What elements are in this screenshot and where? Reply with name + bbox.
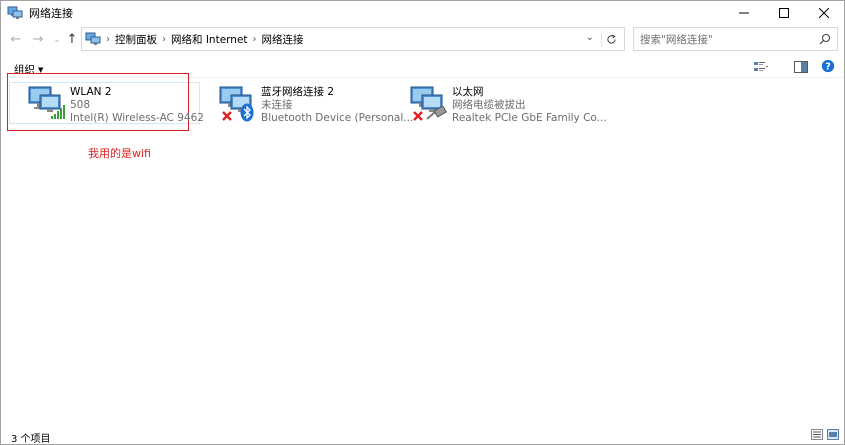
- arrow-left-icon: ←: [10, 31, 22, 47]
- connection-device: Intel(R) Wireless-AC 9462: [70, 112, 204, 124]
- connection-status: 网络电缆被拔出: [452, 99, 526, 111]
- status-bar: 3 个项目: [1, 426, 844, 445]
- maximize-icon: [779, 8, 789, 18]
- wifi-signal-icon: [51, 105, 65, 119]
- bluetooth-icon: [240, 103, 254, 122]
- forward-button[interactable]: →: [29, 27, 47, 51]
- chevron-down-icon: ⌄: [53, 34, 61, 44]
- connection-item-wlan[interactable]: WLAN 2 508 Intel(R) Wireless-AC 9462: [26, 84, 204, 126]
- title-bar: 网络连接: [1, 1, 844, 25]
- disconnected-x-icon: [413, 111, 423, 121]
- search-icon[interactable]: [819, 33, 831, 45]
- chevron-right-icon: ›: [106, 33, 110, 45]
- connection-name: 蓝牙网络连接 2: [261, 86, 335, 98]
- connection-item-bluetooth[interactable]: 蓝牙网络连接 2 未连接 Bluetooth Device (Personal.…: [217, 84, 413, 126]
- address-dropdown-button[interactable]: ⌄: [586, 32, 594, 43]
- search-input[interactable]: 搜索"网络连接": [633, 27, 838, 51]
- details-view-icon[interactable]: [811, 429, 823, 440]
- annotation-text: 我用的是wifi: [88, 147, 151, 160]
- maximize-button[interactable]: [764, 1, 804, 25]
- close-icon: [819, 8, 829, 18]
- arrow-right-icon: →: [32, 31, 44, 47]
- minimize-icon: [739, 12, 749, 14]
- svg-text:?: ?: [825, 62, 831, 73]
- preview-pane-icon[interactable]: [793, 60, 809, 74]
- help-icon[interactable]: ?: [820, 59, 836, 73]
- address-row: ← → ⌄ ↑ › 控制面板 › 网络和 Internet › 网络连接 ⌄ 搜…: [1, 27, 844, 51]
- up-button[interactable]: ↑: [63, 27, 81, 51]
- window-title: 网络连接: [29, 7, 73, 20]
- address-bar[interactable]: › 控制面板 › 网络和 Internet › 网络连接 ⌄: [81, 27, 625, 51]
- breadcrumb-network-internet[interactable]: 网络和 Internet: [171, 32, 248, 47]
- item-count: 3 个项目: [11, 434, 51, 445]
- connection-item-ethernet[interactable]: 以太网 网络电缆被拔出 Realtek PCIe GbE Family Co..…: [408, 84, 607, 126]
- close-button[interactable]: [804, 1, 844, 25]
- minimize-button[interactable]: [724, 1, 764, 25]
- connection-device: Realtek PCIe GbE Family Co...: [452, 112, 607, 124]
- breadcrumb-control-panel[interactable]: 控制面板: [115, 32, 157, 47]
- chevron-right-icon: ›: [162, 33, 166, 45]
- large-icons-view-icon[interactable]: [827, 429, 839, 440]
- divider: [601, 31, 602, 47]
- search-placeholder: 搜索"网络连接": [640, 33, 713, 46]
- arrow-up-icon: ↑: [66, 31, 78, 47]
- disconnected-x-icon: [222, 111, 232, 121]
- chevron-right-icon: ›: [252, 33, 257, 45]
- breadcrumb-network-connections[interactable]: 网络连接: [262, 32, 304, 47]
- refresh-icon: [606, 33, 616, 44]
- change-view-icon[interactable]: [753, 60, 769, 74]
- back-button[interactable]: ←: [7, 27, 25, 51]
- refresh-button[interactable]: [604, 31, 618, 47]
- ethernet-cable-icon: [426, 106, 448, 120]
- network-connections-icon: [7, 6, 23, 19]
- window: 网络连接 ← → ⌄ ↑ › 控制面板 › 网络和 Internet › 网络连…: [0, 0, 845, 445]
- connection-name: 以太网: [452, 86, 484, 98]
- control-panel-icon: [85, 32, 101, 45]
- connection-device: Bluetooth Device (Personal...: [261, 112, 414, 124]
- connection-status: 未连接: [261, 99, 293, 111]
- connection-status: 508: [70, 99, 91, 111]
- connection-name: WLAN 2: [70, 86, 112, 98]
